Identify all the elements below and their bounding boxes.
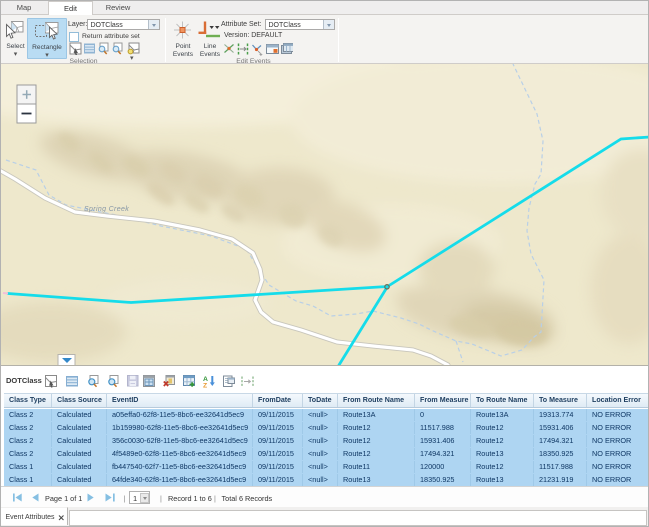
svg-text:Z: Z [203,383,207,388]
svg-text:Spring Creek: Spring Creek [84,206,129,213]
